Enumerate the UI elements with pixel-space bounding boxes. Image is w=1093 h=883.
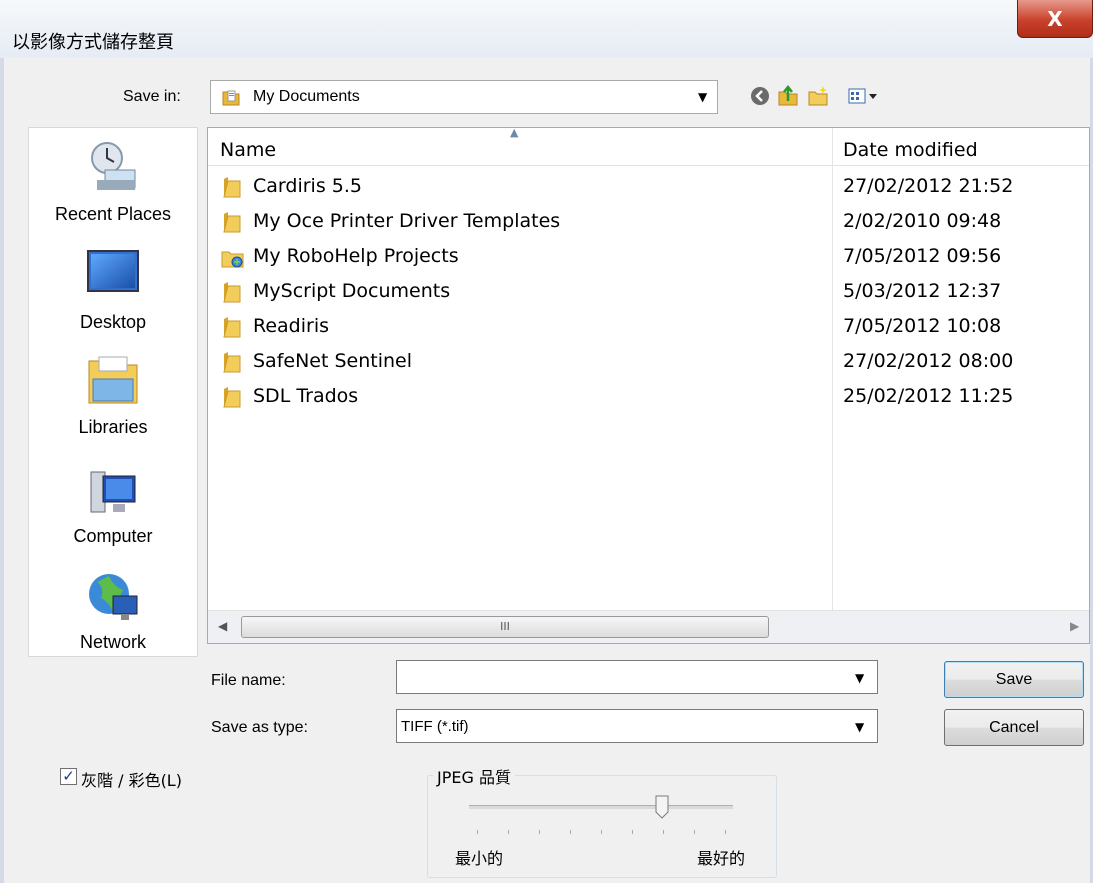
column-header-label: Date modified (843, 139, 978, 161)
file-row[interactable]: MyScript Documents 5/03/2012 12:37 (208, 275, 1088, 311)
file-date: 2/02/2010 09:48 (843, 210, 1002, 232)
chevron-down-icon: ▼ (698, 90, 708, 104)
scrollbar-thumb[interactable]: III (241, 616, 769, 638)
grayscale-checkbox[interactable]: ✓ (60, 768, 77, 785)
documents-folder-icon (221, 88, 241, 112)
close-button[interactable]: X (1017, 0, 1093, 38)
folder-icon (221, 177, 243, 204)
recent-places-icon (83, 142, 143, 200)
file-row[interactable]: SDL Trados 25/02/2012 11:25 (208, 380, 1088, 416)
jpeg-quality-min-label: 最小的 (455, 849, 504, 868)
jpeg-quality-max-label: 最好的 (697, 849, 746, 868)
place-desktop[interactable]: Desktop (29, 246, 197, 332)
file-name-label: File name: (211, 672, 286, 689)
place-label: Computer (73, 526, 153, 546)
sort-ascending-icon: ▲ (510, 127, 519, 139)
slider-tick (663, 830, 664, 834)
file-date: 27/02/2012 21:52 (843, 175, 1014, 197)
new-folder-icon[interactable] (806, 84, 830, 108)
folder-icon (221, 282, 243, 309)
file-row[interactable]: Readiris 7/05/2012 10:08 (208, 310, 1088, 346)
libraries-icon (83, 356, 143, 413)
network-icon (83, 574, 143, 630)
column-header-date[interactable]: Date modified (833, 128, 1089, 166)
special-folder-icon (221, 247, 245, 274)
file-name-input[interactable]: ▼ (396, 660, 878, 694)
slider-tick (632, 830, 633, 834)
save-in-dropdown[interactable]: My Documents ▼ (210, 80, 718, 114)
place-label: Desktop (79, 312, 147, 332)
grayscale-label[interactable]: 灰階 / 彩色(L) (81, 767, 182, 791)
save-as-type-label: Save as type: (211, 719, 308, 736)
place-libraries[interactable]: Libraries (29, 353, 197, 437)
save-as-type-dropdown[interactable]: TIFF (*.tif) ▼ (396, 709, 878, 743)
file-row[interactable]: SafeNet Sentinel 27/02/2012 08:00 (208, 345, 1088, 381)
places-bar: Recent Places Desktop Libraries Computer… (28, 127, 198, 657)
chevron-down-icon[interactable]: ▼ (855, 671, 864, 685)
horizontal-scrollbar[interactable]: ◀ III ▶ (208, 610, 1089, 643)
slider-tick (725, 830, 726, 834)
file-name: Readiris (253, 315, 330, 337)
file-name: SDL Trados (253, 385, 359, 407)
slider-tick (477, 830, 478, 834)
view-menu-icon[interactable] (846, 84, 890, 108)
place-label: Recent Places (54, 204, 172, 224)
file-name: SafeNet Sentinel (253, 350, 413, 372)
file-name: Cardiris 5.5 (253, 175, 362, 197)
file-name: My RoboHelp Projects (253, 245, 459, 267)
slider-tick (539, 830, 540, 834)
file-list-view[interactable]: Name ▲ Date modified Cardiris 5.5 27/02/… (207, 127, 1090, 644)
place-recent-places[interactable]: Recent Places (29, 136, 197, 224)
jpeg-quality-slider-thumb[interactable] (655, 795, 669, 819)
slider-tick (570, 830, 571, 834)
scroll-right-icon[interactable]: ▶ (1070, 619, 1079, 633)
file-name: My Oce Printer Driver Templates (253, 210, 561, 232)
place-network[interactable]: Network (29, 568, 197, 652)
place-computer[interactable]: Computer (29, 466, 197, 546)
place-label: Network (79, 632, 146, 652)
folder-icon (221, 317, 243, 344)
cancel-button[interactable]: Cancel (944, 709, 1084, 746)
jpeg-quality-title: JPEG 品質 (433, 764, 515, 788)
scroll-left-icon[interactable]: ◀ (218, 619, 227, 633)
save-in-label: Save in: (123, 88, 181, 105)
file-date: 7/05/2012 10:08 (843, 315, 1002, 337)
folder-icon (221, 352, 243, 379)
folder-icon (221, 212, 243, 239)
slider-tick (508, 830, 509, 834)
jpeg-quality-track[interactable] (469, 805, 733, 809)
file-date: 25/02/2012 11:25 (843, 385, 1014, 407)
chevron-down-icon[interactable]: ▼ (855, 720, 864, 734)
folder-icon (221, 387, 243, 414)
slider-tick (694, 830, 695, 834)
file-name: MyScript Documents (253, 280, 451, 302)
window-title: 以影像方式儲存整頁 (12, 32, 174, 53)
save-button[interactable]: Save (944, 661, 1084, 698)
back-icon[interactable] (748, 84, 772, 108)
save-in-value: My Documents (253, 88, 360, 105)
save-as-type-value: TIFF (*.tif) (401, 718, 469, 735)
desktop-icon (83, 250, 143, 304)
slider-tick (601, 830, 602, 834)
column-header-name[interactable]: Name ▲ (208, 128, 832, 166)
file-row[interactable]: Cardiris 5.5 27/02/2012 21:52 (208, 170, 1088, 206)
file-date: 27/02/2012 08:00 (843, 350, 1014, 372)
title-bar: 以影像方式儲存整頁 X (0, 0, 1093, 58)
file-row[interactable]: My RoboHelp Projects 7/05/2012 09:56 (208, 240, 1088, 276)
up-folder-icon[interactable] (776, 84, 800, 108)
file-date: 7/05/2012 09:56 (843, 245, 1002, 267)
place-label: Libraries (78, 417, 148, 437)
column-header-label: Name (220, 139, 277, 161)
computer-icon (83, 471, 143, 526)
file-row[interactable]: My Oce Printer Driver Templates 2/02/201… (208, 205, 1088, 241)
file-date: 5/03/2012 12:37 (843, 280, 1002, 302)
